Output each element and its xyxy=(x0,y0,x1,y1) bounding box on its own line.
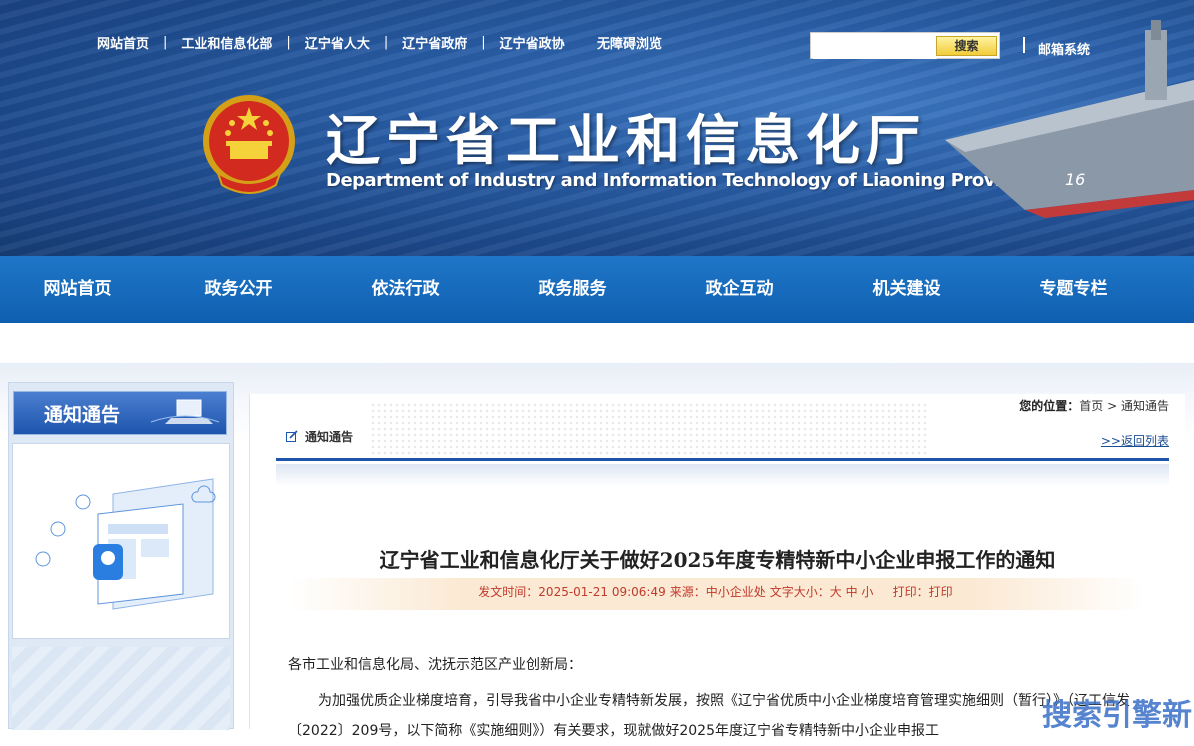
header-banner: 网站首页| 工业和信息化部| 辽宁省人大| 辽宁省政府| 辽宁省政协| 无障碍浏… xyxy=(0,0,1194,256)
sidebar-title-box: 通知通告 xyxy=(13,391,227,435)
main-nav: 网站首页 政务公开 依法行政 政务服务 政企互动 机关建设 专题专栏 xyxy=(0,256,1194,323)
top-link-cppcc[interactable]: 辽宁省政协 xyxy=(500,33,565,52)
svg-text:16: 16 xyxy=(1065,170,1085,189)
meta-source: 来源：中小企业处 xyxy=(669,585,766,599)
breadcrumb-label: 您的位置： xyxy=(1019,399,1080,413)
aircraft-carrier-image: 16 xyxy=(945,20,1194,218)
top-link-home[interactable]: 网站首页 xyxy=(97,33,149,52)
meta-font-size[interactable]: 文字大小：大 中 小 xyxy=(770,585,874,599)
watermark-text: 搜索引擎新 xyxy=(1042,698,1192,733)
nav-interaction[interactable]: 政企互动 xyxy=(656,256,823,323)
nav-home[interactable]: 网站首页 xyxy=(0,256,155,323)
article-title: 辽宁省工业和信息化厅关于做好2025年度专精特新中小企业申报工作的通知 xyxy=(379,548,1056,572)
article-greeting: 各市工业和信息化局、沈抚示范区产业创新局： xyxy=(288,657,582,673)
nav-gov-services[interactable]: 政务服务 xyxy=(489,256,656,323)
web-illustration-icon xyxy=(35,478,216,610)
nav-public-affairs[interactable]: 政务公开 xyxy=(155,256,322,323)
article-meta: 发文时间：2025-01-21 09:06:49 来源：中小企业处 文字大小：大 中… xyxy=(290,578,1145,610)
top-link-accessibility[interactable]: 无障碍浏览 xyxy=(597,33,662,52)
nav-organ-building[interactable]: 机关建设 xyxy=(823,256,990,323)
top-link-gov[interactable]: 辽宁省政府 xyxy=(402,33,467,52)
nav-special-topics[interactable]: 专题专栏 xyxy=(990,256,1157,323)
breadcrumb: 您的位置：首页 > 通知通告 xyxy=(1019,397,1169,414)
article-paragraph: 为加强优质企业梯度培育，引导我省中小企业专精特新发展，按照《辽宁省优质中小企业梯… xyxy=(288,693,1130,739)
sidebar-footer-pattern xyxy=(12,647,230,730)
header-rule-shade xyxy=(276,464,1169,486)
breadcrumb-separator: > xyxy=(1107,399,1118,413)
breadcrumb-home[interactable]: 首页 xyxy=(1079,399,1103,413)
meta-print[interactable]: 打印：打印 xyxy=(893,585,953,599)
back-to-list-link[interactable]: >>返回列表 xyxy=(1101,432,1169,449)
sidebar: 通知通告 xyxy=(8,382,234,730)
breadcrumb-current[interactable]: 通知通告 xyxy=(1121,399,1169,413)
section-label: 通知通告 xyxy=(305,430,354,444)
laptop-icon xyxy=(150,399,220,424)
top-link-miit[interactable]: 工业和信息化部 xyxy=(181,33,272,52)
edit-icon xyxy=(286,430,298,442)
top-links: 网站首页| 工业和信息化部| 辽宁省人大| 辽宁省政府| 辽宁省政协| 无障碍浏… xyxy=(97,33,663,52)
sidebar-title: 通知通告 xyxy=(44,404,121,426)
meta-time: 发文时间：2025-01-21 09:06:49 xyxy=(478,585,666,599)
main-content: 您的位置：首页 > 通知通告 通知通告 >>返回列表 辽宁省工业和信息化厅关于做… xyxy=(249,394,1185,739)
nav-law-administration[interactable]: 依法行政 xyxy=(322,256,489,323)
header-rule xyxy=(276,458,1169,461)
world-map-decoration xyxy=(370,402,930,460)
article-body: 各市工业和信息化局、沈抚示范区产业创新局： 为加强优质企业梯度培育，引导我省中小… xyxy=(288,650,1158,746)
sidebar-illustration xyxy=(12,443,230,639)
site-title-cn: 辽宁省工业和信息化厅 xyxy=(326,109,926,172)
top-link-npc[interactable]: 辽宁省人大 xyxy=(305,33,370,52)
national-emblem-icon xyxy=(203,95,295,194)
